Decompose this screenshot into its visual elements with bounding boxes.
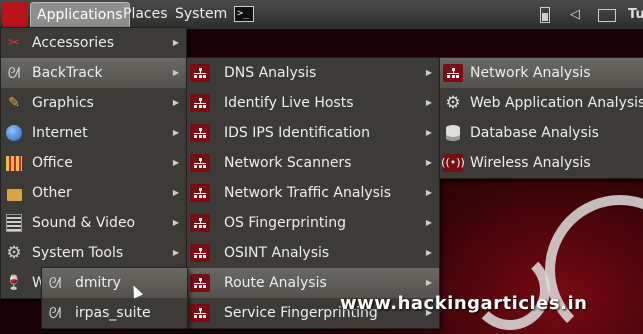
places-menu-button[interactable]: Places: [123, 0, 168, 29]
menu-item-label: OS Fingerprinting: [224, 215, 346, 231]
menu-item-dns-analysis[interactable]: DNS Analysis ▶: [187, 58, 439, 88]
menu-item-label: IDS IPS Identification: [224, 125, 370, 141]
menu-item-label: Network Analysis: [470, 65, 591, 81]
wireless-icon: ((•)): [441, 154, 465, 172]
menu-item-network-scanners[interactable]: Network Scanners ▶: [187, 148, 439, 178]
menu-item-label: Office: [32, 155, 73, 171]
menu-item-sound-video[interactable]: Sound & Video ▶: [1, 208, 186, 238]
menu-item-os-fingerprinting[interactable]: OS Fingerprinting ▶: [187, 208, 439, 238]
route-analysis-submenu: ᘛ dmitry ᘛ irpas_suite: [41, 267, 188, 329]
menu-item-osint-analysis[interactable]: OSINT Analysis ▶: [187, 238, 439, 268]
submenu-arrow-icon: ▶: [425, 68, 432, 77]
menu-item-label: Graphics: [32, 95, 94, 111]
menu-item-graphics[interactable]: ✎ Graphics ▶: [1, 88, 186, 118]
menu-item-label: Route Analysis: [224, 275, 327, 291]
menu-item-network-analysis[interactable]: Network Analysis: [440, 58, 643, 88]
watermark: www.hackingarticles.in: [340, 293, 588, 314]
menu-item-label: OSINT Analysis: [224, 245, 330, 261]
network-icon: [190, 184, 210, 202]
terminal-icon[interactable]: >_: [234, 6, 254, 22]
mail-icon[interactable]: [598, 9, 616, 22]
submenu-arrow-icon: ▶: [172, 248, 179, 257]
network-icon: [443, 64, 463, 82]
submenu-arrow-icon: ▶: [425, 128, 432, 137]
submenu-arrow-icon: ▶: [425, 98, 432, 107]
globe-icon: [4, 124, 24, 142]
wallpaper-swirl: [470, 250, 550, 330]
menu-item-ids-ips-identification[interactable]: IDS IPS Identification ▶: [187, 118, 439, 148]
system-menu-button[interactable]: System: [175, 0, 227, 29]
submenu-arrow-icon: ▶: [172, 218, 179, 227]
menu-item-wireless-analysis[interactable]: ((•)) Wireless Analysis: [440, 148, 643, 178]
menu-item-backtrack[interactable]: ᘛ BackTrack ▶: [1, 58, 186, 88]
network-icon: [190, 214, 210, 232]
menu-item-label: Accessories: [32, 35, 115, 51]
graphics-icon: ✎: [8, 95, 20, 111]
menu-item-web-application-analysis[interactable]: ⚙ Web Application Analysis: [440, 88, 643, 118]
menu-item-label: irpas_suite: [75, 305, 151, 321]
wine-icon: 🍷: [5, 275, 23, 291]
network-icon: [190, 304, 210, 322]
clock[interactable]: Tu: [628, 0, 643, 29]
submenu-arrow-icon: ▶: [172, 38, 179, 47]
menu-item-label: DNS Analysis: [224, 65, 317, 81]
menu-item-label: Network Traffic Analysis: [224, 185, 392, 201]
backtrack-submenu: DNS Analysis ▶ Identify Live Hosts ▶ IDS…: [186, 57, 440, 329]
menu-item-label: Network Scanners: [224, 155, 352, 171]
accessories-icon: ✂: [8, 35, 20, 51]
menu-item-label: Internet: [32, 125, 88, 141]
submenu-arrow-icon: ▶: [172, 188, 179, 197]
menu-item-system-tools[interactable]: ⚙ System Tools ▶: [1, 238, 186, 268]
top-panel: Applications Places System >_ ◁ Tu: [0, 0, 643, 30]
menu-item-office[interactable]: Office ▶: [1, 148, 186, 178]
office-icon: [4, 154, 24, 172]
menu-item-identify-live-hosts[interactable]: Identify Live Hosts ▶: [187, 88, 439, 118]
submenu-arrow-icon: ▶: [425, 158, 432, 167]
submenu-arrow-icon: ▶: [172, 158, 179, 167]
menu-item-label: dmitry: [75, 275, 121, 291]
applications-menu-button[interactable]: Applications: [30, 2, 130, 29]
network-icon: [190, 244, 210, 262]
menu-item-label: Identify Live Hosts: [224, 95, 354, 111]
menu-item-other[interactable]: Other ▶: [1, 178, 186, 208]
battery-icon[interactable]: [540, 7, 550, 23]
submenu-arrow-icon: ▶: [172, 68, 179, 77]
menu-item-accessories[interactable]: ✂ Accessories ▶: [1, 28, 186, 58]
network-icon: [190, 94, 210, 112]
menu-item-database-analysis[interactable]: Database Analysis: [440, 118, 643, 148]
menu-item-dmitry[interactable]: ᘛ dmitry: [42, 268, 187, 298]
distro-logo-icon[interactable]: [2, 2, 28, 27]
submenu-arrow-icon: ▶: [425, 218, 432, 227]
submenu-arrow-icon: ▶: [172, 98, 179, 107]
other-icon: [4, 184, 24, 202]
menu-item-label: Web Application Analysis: [470, 95, 643, 111]
volume-icon[interactable]: ◁: [570, 0, 580, 29]
backtrack-dragon-icon: ᘛ: [7, 64, 21, 82]
menu-item-internet[interactable]: Internet ▶: [1, 118, 186, 148]
menu-item-network-traffic-analysis[interactable]: Network Traffic Analysis ▶: [187, 178, 439, 208]
network-icon: [190, 64, 210, 82]
analysis-submenu: Network Analysis ⚙ Web Application Analy…: [439, 57, 643, 179]
applications-menu: ✂ Accessories ▶ ᘛ BackTrack ▶ ✎ Graphics…: [0, 27, 187, 299]
menu-item-label: BackTrack: [32, 65, 103, 81]
network-icon: [190, 124, 210, 142]
backtrack-dragon-icon: ᘛ: [48, 304, 62, 322]
menu-item-label: System Tools: [32, 245, 124, 261]
web-gear-icon: ⚙: [445, 93, 461, 113]
gear-icon: ⚙: [6, 243, 22, 263]
menu-item-label: Other: [32, 185, 72, 201]
network-icon: [190, 154, 210, 172]
network-icon: [190, 274, 210, 292]
database-icon: [443, 124, 463, 142]
submenu-arrow-icon: ▶: [172, 128, 179, 137]
menu-item-label: Sound & Video: [32, 215, 136, 231]
menu-item-label: Database Analysis: [470, 125, 599, 141]
menu-item-irpas-suite[interactable]: ᘛ irpas_suite: [42, 298, 187, 328]
submenu-arrow-icon: ▶: [425, 188, 432, 197]
sound-video-icon: [4, 214, 24, 232]
backtrack-dragon-icon: ᘛ: [48, 274, 62, 292]
menu-item-label: Wireless Analysis: [470, 155, 591, 171]
submenu-arrow-icon: ▶: [425, 248, 432, 257]
